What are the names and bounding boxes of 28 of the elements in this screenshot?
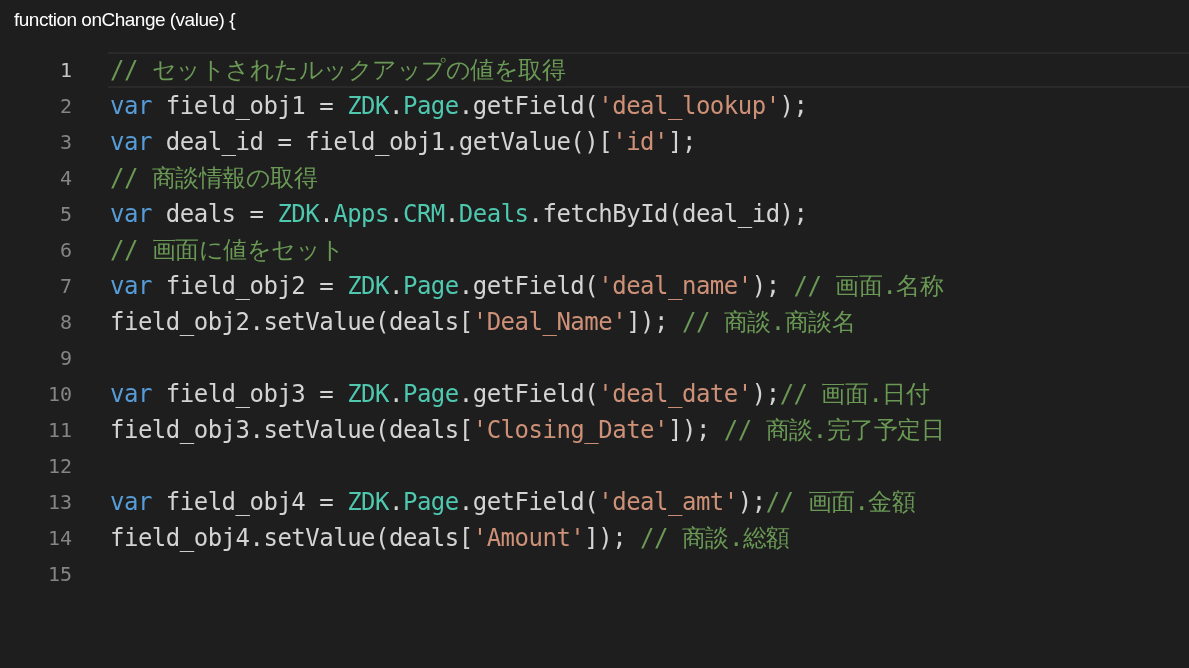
line-number: 2 bbox=[58, 93, 72, 120]
code-line: var field_obj4 = ZDK.Page.getField('deal_amt');// 画面.金額 bbox=[110, 487, 916, 518]
code-line: // 画面に値をセット bbox=[110, 235, 345, 266]
line-number: 10 bbox=[46, 381, 72, 408]
line-number: 6 bbox=[58, 237, 72, 264]
line-number: 3 bbox=[58, 129, 72, 156]
line-number: 4 bbox=[58, 165, 72, 192]
code-line: var field_obj1 = ZDK.Page.getField('deal_lookup'); bbox=[110, 91, 808, 122]
function-signature: function onChange (value) { bbox=[14, 9, 235, 30]
line-number: 5 bbox=[58, 201, 72, 228]
code-line: var field_obj3 = ZDK.Page.getField('deal_date');// 画面.日付 bbox=[110, 379, 930, 410]
code-line: var deal_id = field_obj1.getValue()['id']; bbox=[110, 127, 696, 158]
code-line: var deals = ZDK.Apps.CRM.Deals.fetchById(deal_id); bbox=[110, 199, 808, 230]
line-number: 9 bbox=[58, 345, 72, 372]
line-number: 7 bbox=[58, 273, 72, 300]
line-number: 13 bbox=[46, 489, 72, 516]
line-number: 12 bbox=[46, 453, 72, 480]
line-number: 15 bbox=[46, 561, 72, 588]
code-line: field_obj2.setValue(deals['Deal_Name']); // 商談.商談名 bbox=[110, 307, 856, 338]
code-line: field_obj4.setValue(deals['Amount']); // 商談.総額 bbox=[110, 523, 790, 554]
line-number: 11 bbox=[46, 417, 72, 444]
code-line: // セットされたルックアップの値を取得 bbox=[110, 55, 566, 86]
code-line: var field_obj2 = ZDK.Page.getField('deal_name'); // 画面.名称 bbox=[110, 271, 944, 302]
code-line: // 商談情報の取得 bbox=[110, 163, 318, 194]
code-line: field_obj3.setValue(deals['Closing_Date']); // 商談.完了予定日 bbox=[110, 415, 945, 446]
line-number: 8 bbox=[58, 309, 72, 336]
line-number: 14 bbox=[46, 525, 72, 552]
line-number: 1 bbox=[58, 57, 72, 84]
